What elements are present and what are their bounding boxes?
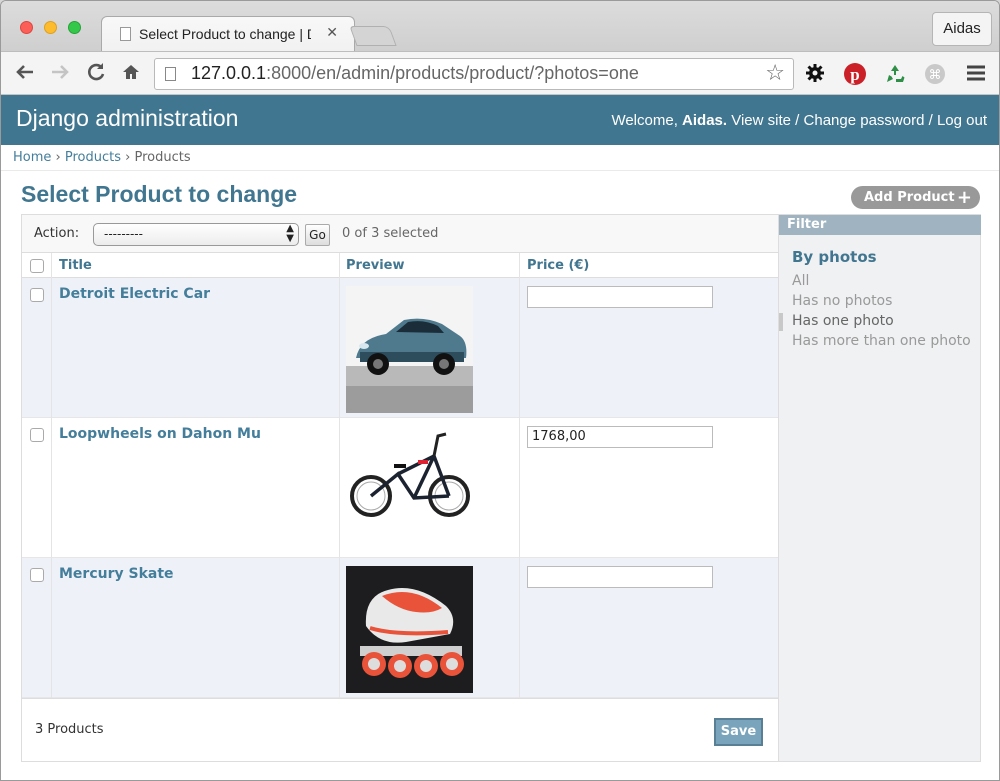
result-count: 3 Products <box>35 722 104 737</box>
add-product-button[interactable]: Add Product + <box>851 186 980 209</box>
profile-button[interactable]: Aidas <box>932 12 992 46</box>
admin-page: Django administration Welcome, Aidas. Vi… <box>1 95 999 780</box>
log-out-link[interactable]: Log out <box>937 112 987 129</box>
action-select[interactable]: --------- ▲ ▼ <box>93 223 299 246</box>
product-title-link[interactable]: Detroit Electric Car <box>59 286 210 302</box>
filter-option-all[interactable]: All <box>792 273 809 289</box>
site-branding[interactable]: Django administration <box>16 105 238 132</box>
page-icon <box>165 67 176 81</box>
username: Aidas. <box>682 112 728 129</box>
table-row: Loopwheels on Dahon Mu 1768,00 <box>22 418 778 558</box>
gear-extension-icon[interactable] <box>804 62 826 84</box>
select-arrows-icon: ▲ ▼ <box>286 223 294 244</box>
bookmark-star-icon[interactable]: ☆ <box>765 61 785 86</box>
user-tools: Welcome, Aidas. View site / Change passw… <box>611 112 987 129</box>
row-checkbox[interactable] <box>30 568 44 582</box>
address-bar[interactable]: 127.0.0.1:8000/en/admin/products/product… <box>154 58 794 90</box>
filter-sidebar: Filter By photos All Has no photos Has o… <box>778 215 981 761</box>
selected-filter-marker <box>779 313 783 331</box>
price-input[interactable]: 1768,00 <box>527 426 713 448</box>
add-product-label: Add Product <box>864 190 955 205</box>
row-checkbox[interactable] <box>30 288 44 302</box>
column-preview: Preview <box>346 258 405 273</box>
select-all-checkbox[interactable] <box>30 259 44 273</box>
filter-title: Filter <box>779 215 981 235</box>
reload-icon[interactable] <box>84 61 108 85</box>
pinterest-icon[interactable]: p <box>843 62 866 85</box>
price-input[interactable] <box>527 566 713 588</box>
filter-option-one-photo[interactable]: Has one photo <box>792 313 894 329</box>
forward-icon[interactable] <box>48 61 72 85</box>
row-checkbox[interactable] <box>30 428 44 442</box>
page-title: Select Product to change <box>21 181 298 207</box>
column-price[interactable]: Price (€) <box>527 258 589 273</box>
svg-text:p: p <box>850 65 859 84</box>
menu-icon[interactable] <box>965 62 987 84</box>
view-site-link[interactable]: View site <box>731 112 791 129</box>
save-button[interactable]: Save <box>714 718 763 746</box>
column-divider <box>339 253 340 703</box>
go-button[interactable]: Go <box>305 224 330 246</box>
home-icon[interactable] <box>119 61 143 85</box>
filter-heading: By photos <box>792 248 877 266</box>
browser-window: Select Product to change | Dj ✕ Aidas 12… <box>0 0 1000 781</box>
tab-title: Select Product to change | Dj <box>139 26 311 42</box>
action-label: Action: <box>34 226 80 241</box>
browser-toolbar: 127.0.0.1:8000/en/admin/products/product… <box>1 51 999 95</box>
new-tab-button[interactable] <box>349 26 397 46</box>
filter-option-no-photos[interactable]: Has no photos <box>792 293 892 309</box>
breadcrumb-separator: › <box>55 150 61 165</box>
zoom-window-button[interactable] <box>68 21 81 34</box>
breadcrumb-separator: › <box>125 150 131 165</box>
changelist-footer: 3 Products Save <box>22 698 778 761</box>
breadcrumb-current: Products <box>134 150 191 165</box>
tab-strip: Select Product to change | Dj ✕ Aidas <box>1 1 999 51</box>
selected-count: 0 of 3 selected <box>342 226 439 241</box>
browser-tab[interactable]: Select Product to change | Dj ✕ <box>101 16 355 51</box>
price-input[interactable] <box>527 286 713 308</box>
breadcrumb: Home › Products › Products <box>1 145 999 171</box>
svg-text:⌘: ⌘ <box>929 68 942 83</box>
column-divider <box>519 253 520 703</box>
separator: / <box>928 112 933 129</box>
separator: / <box>795 112 800 129</box>
actions-bar: Action: --------- ▲ ▼ Go 0 of 3 selected <box>22 215 778 253</box>
product-preview-bicycle <box>346 426 473 553</box>
plus-icon: + <box>956 187 972 208</box>
admin-header: Django administration Welcome, Aidas. Vi… <box>1 95 999 145</box>
product-title-link[interactable]: Loopwheels on Dahon Mu <box>59 426 261 442</box>
action-selected-value: --------- <box>104 227 143 241</box>
column-title[interactable]: Title <box>59 258 92 273</box>
breadcrumb-home[interactable]: Home <box>13 150 51 165</box>
table-header: Title Preview Price (€) <box>22 253 778 278</box>
url-text[interactable]: 127.0.0.1:8000/en/admin/products/product… <box>191 63 639 84</box>
filter-option-more-photos[interactable]: Has more than one photo <box>792 333 971 349</box>
command-extension-icon[interactable]: ⌘ <box>923 62 945 84</box>
product-title-link[interactable]: Mercury Skate <box>59 566 174 582</box>
recycle-icon[interactable] <box>883 62 905 84</box>
change-password-link[interactable]: Change password <box>804 112 925 129</box>
close-tab-icon[interactable]: ✕ <box>326 25 338 41</box>
minimize-window-button[interactable] <box>44 21 57 34</box>
product-preview-car <box>346 286 473 413</box>
close-window-button[interactable] <box>20 21 33 34</box>
page-icon <box>120 27 131 41</box>
welcome-text: Welcome, <box>611 112 678 129</box>
back-icon[interactable] <box>13 61 37 85</box>
table-row: Detroit Electric Car <box>22 278 778 418</box>
product-preview-skate <box>346 566 473 693</box>
column-divider <box>51 253 52 703</box>
breadcrumb-products-app[interactable]: Products <box>65 150 121 165</box>
changelist: Action: --------- ▲ ▼ Go 0 of 3 selected … <box>21 214 981 762</box>
table-row: Mercury Skate <box>22 558 778 698</box>
